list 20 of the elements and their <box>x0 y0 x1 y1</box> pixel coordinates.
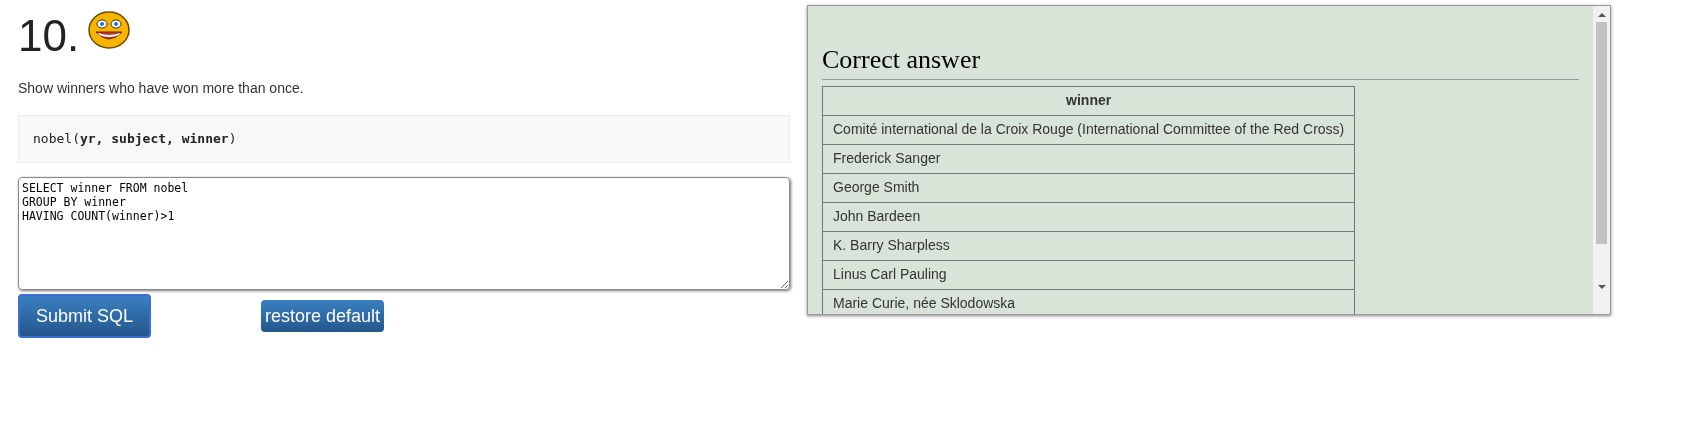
submit-button[interactable]: Submit SQL <box>18 294 152 338</box>
schema-code-block: nobel(yr, subject, winner) <box>18 115 790 163</box>
column-header: winner <box>822 86 1355 115</box>
sql-editor[interactable]: SELECT winner FROM nobel GROUP BY winner HAVING COUNT(winner)>1 <box>18 177 790 290</box>
scroll-up-icon[interactable] <box>1597 12 1606 18</box>
scrollbar[interactable] <box>1593 6 1610 314</box>
scroll-down-icon[interactable] <box>1597 284 1606 290</box>
answer-title: Correct answer <box>822 44 1579 80</box>
question-text: Show winners who have won more than once. <box>18 79 305 98</box>
table-cell: Linus Carl Pauling <box>822 260 1355 289</box>
table-cell: Frederick Sanger <box>822 144 1355 173</box>
table-cell: John Bardeen <box>822 202 1355 231</box>
table-cell: George Smith <box>822 173 1355 202</box>
restore-button[interactable]: restore default <box>261 300 385 332</box>
table-cell: Marie Curie, née Sklodowska <box>822 289 1355 314</box>
smiley-face-icon <box>87 10 132 50</box>
table-cell: K. Barry Sharpless <box>822 231 1355 260</box>
question-number: 10. <box>18 14 80 58</box>
table-cell: Comité international de la Croix Rouge (International Committee of the Red Cross) <box>822 115 1355 144</box>
scrollbar-thumb[interactable] <box>1596 22 1607 244</box>
